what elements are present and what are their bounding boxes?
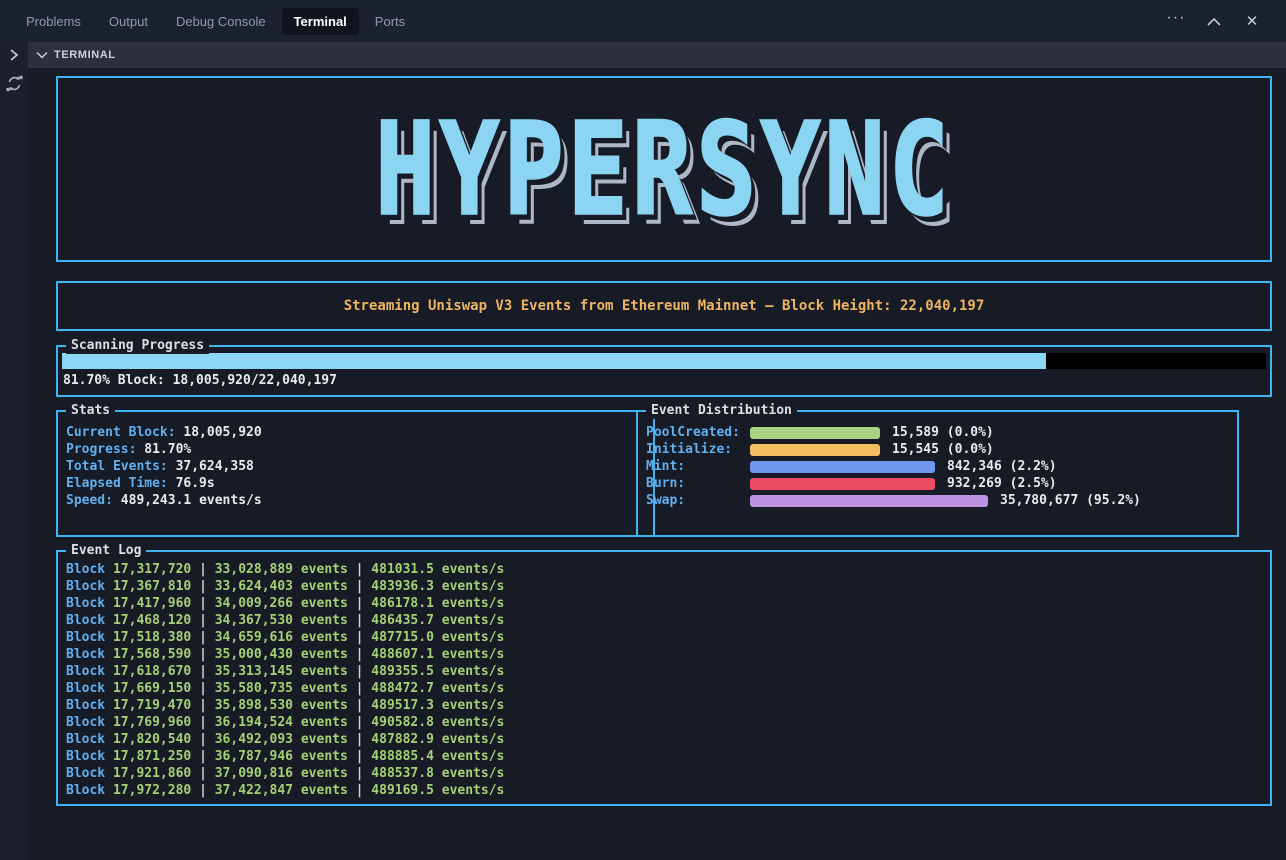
panel-actions: ··· ✕	[1164, 9, 1286, 33]
distribution-bar	[750, 495, 988, 507]
distribution-row: Burn: 932,269 (2.5%)	[646, 475, 1229, 492]
stat-row: Elapsed Time: 76.9s	[66, 475, 645, 492]
tab-ports[interactable]: Ports	[363, 8, 417, 35]
stats-box: Stats Current Block: 18,005,920 Progress…	[56, 410, 655, 537]
terminal-section-title: TERMINAL	[54, 49, 116, 61]
tab-output[interactable]: Output	[97, 8, 160, 35]
vscode-bottom-panel: Problems Output Debug Console Terminal P…	[0, 0, 1286, 860]
event-log-box: Event Log Block 17,317,720 | 33,028,889 …	[56, 550, 1272, 806]
tab-debug-console[interactable]: Debug Console	[164, 8, 278, 35]
log-row: Block 17,871,250 | 36,787,946 events | 4…	[66, 748, 1262, 765]
terminal-viewport[interactable]: HYPERSYNC Streaming Uniswap V3 Events fr…	[28, 68, 1286, 860]
chevron-down-icon[interactable]	[36, 51, 48, 59]
panel-tabs: Problems Output Debug Console Terminal P…	[0, 8, 417, 35]
progress-bar-fill	[62, 353, 1046, 369]
log-row: Block 17,417,960 | 34,009,266 events | 4…	[66, 595, 1262, 612]
subtitle-box: Streaming Uniswap V3 Events from Ethereu…	[56, 281, 1272, 331]
distribution-bar	[750, 444, 880, 456]
stat-row: Speed: 489,243.1 events/s	[66, 492, 645, 509]
progress-status-line: 81.70% Block: 18,005,920/22,040,197	[62, 373, 1266, 388]
more-actions-icon[interactable]: ···	[1164, 9, 1188, 33]
distribution-row: Swap: 35,780,677 (95.2%)	[646, 492, 1229, 509]
panel-tab-bar: Problems Output Debug Console Terminal P…	[0, 0, 1286, 42]
tab-terminal[interactable]: Terminal	[282, 8, 359, 35]
log-row: Block 17,317,720 | 33,028,889 events | 4…	[66, 561, 1262, 578]
scanning-progress-title: Scanning Progress	[66, 337, 209, 354]
event-distribution-title: Event Distribution	[646, 402, 797, 419]
log-row: Block 17,972,280 | 37,422,847 events | 4…	[66, 782, 1262, 799]
stats-title: Stats	[66, 402, 115, 419]
log-row: Block 17,719,470 | 35,898,530 events | 4…	[66, 697, 1262, 714]
distribution-row: PoolCreated: 15,589 (0.0%)	[646, 424, 1229, 441]
log-row: Block 17,618,670 | 35,313,145 events | 4…	[66, 663, 1262, 680]
terminal-section-header[interactable]: TERMINAL	[28, 42, 1286, 68]
tab-problems[interactable]: Problems	[14, 8, 93, 35]
log-row: Block 17,769,960 | 36,194,524 events | 4…	[66, 714, 1262, 731]
stat-row: Progress: 81.70%	[66, 441, 645, 458]
distribution-row: Initialize: 15,545 (0.0%)	[646, 441, 1229, 458]
distribution-bar	[750, 478, 935, 490]
sync-icon[interactable]	[5, 74, 24, 93]
log-row: Block 17,820,540 | 36,492,093 events | 4…	[66, 731, 1262, 748]
maximize-panel-icon[interactable]	[1202, 9, 1226, 33]
banner-box: HYPERSYNC	[56, 76, 1272, 262]
stream-subtitle: Streaming Uniswap V3 Events from Ethereu…	[344, 298, 985, 314]
distribution-bar	[750, 427, 880, 439]
scanning-progress-box: Scanning Progress 81.70% Block: 18,005,9…	[56, 345, 1272, 397]
log-row: Block 17,367,810 | 33,624,403 events | 4…	[66, 578, 1262, 595]
stat-row: Total Events: 37,624,358	[66, 458, 645, 475]
log-row: Block 17,518,380 | 34,659,616 events | 4…	[66, 629, 1262, 646]
event-log-title: Event Log	[66, 542, 146, 559]
log-row: Block 17,669,150 | 35,580,735 events | 4…	[66, 680, 1262, 697]
chevron-right-icon[interactable]	[9, 48, 19, 62]
stat-row: Current Block: 18,005,920	[66, 424, 645, 441]
log-row: Block 17,921,860 | 37,090,816 events | 4…	[66, 765, 1262, 782]
distribution-row: Mint: 842,346 (2.2%)	[646, 458, 1229, 475]
progress-bar-track	[62, 353, 1266, 369]
panel-side-strip	[0, 42, 28, 860]
log-row: Block 17,568,590 | 35,000,430 events | 4…	[66, 646, 1262, 663]
close-panel-icon[interactable]: ✕	[1240, 9, 1264, 33]
app-banner-ascii: HYPERSYNC	[375, 94, 953, 244]
event-distribution-box: Event Distribution PoolCreated: 15,589 (…	[636, 410, 1239, 537]
distribution-bar	[750, 461, 935, 473]
log-row: Block 17,468,120 | 34,367,530 events | 4…	[66, 612, 1262, 629]
